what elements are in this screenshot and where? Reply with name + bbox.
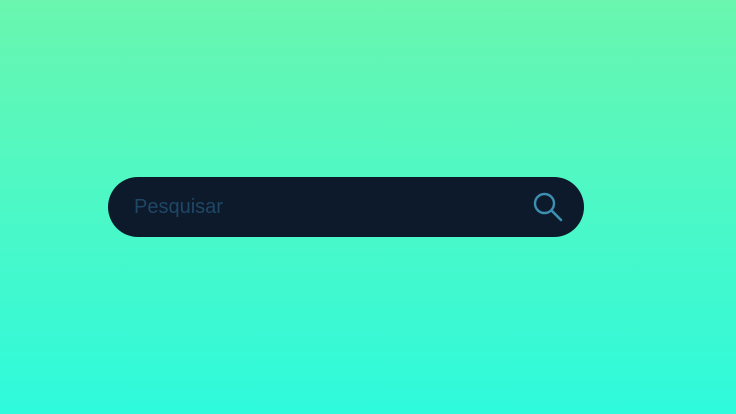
search-input[interactable]: [108, 177, 518, 237]
search-icon: [533, 192, 563, 222]
search-button[interactable]: [518, 177, 578, 237]
search-bar: [108, 177, 584, 237]
